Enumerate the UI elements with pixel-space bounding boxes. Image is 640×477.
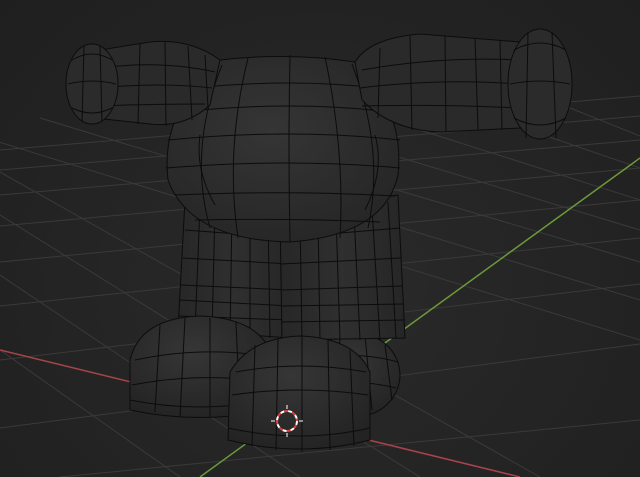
- character-mesh[interactable]: [65, 28, 573, 452]
- 3d-viewport[interactable]: [0, 0, 640, 477]
- left-arm: [65, 40, 221, 127]
- right-front-foot: [227, 335, 371, 452]
